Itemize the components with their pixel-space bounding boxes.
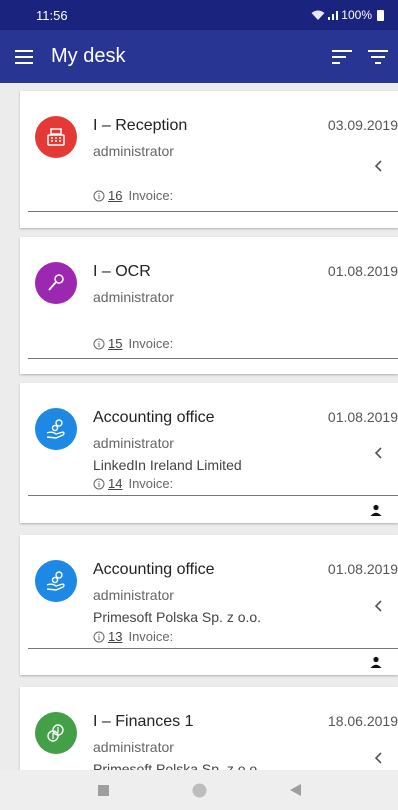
menu-button[interactable] <box>10 43 38 71</box>
divider <box>28 358 398 359</box>
money-icon <box>47 724 64 742</box>
signal-icon <box>328 11 339 20</box>
status-time: 11:56 <box>36 7 68 23</box>
back-button[interactable] <box>275 775 315 805</box>
divider <box>28 648 398 649</box>
card-meta: 14 Invoice: <box>93 476 173 491</box>
app-bar: My desk <box>0 30 398 83</box>
divider <box>28 211 398 212</box>
battery-icon <box>377 9 384 21</box>
avatar <box>35 116 77 158</box>
chevron-left-icon[interactable] <box>370 445 386 461</box>
filter-button[interactable] <box>360 39 396 75</box>
card-date: 01.08.2019 <box>327 561 398 577</box>
back-triangle-icon <box>289 784 301 796</box>
card-title: I – OCR <box>93 263 151 280</box>
card-title: Accounting office <box>93 561 215 578</box>
card-number[interactable]: 14 <box>108 476 122 491</box>
status-bar: 11:56 100% <box>0 0 398 30</box>
card-date: 03.09.2019 <box>327 117 398 133</box>
card-doc-type: Invoice: <box>128 476 174 491</box>
card-meta: 13 Invoice: <box>93 629 173 644</box>
home-button[interactable] <box>179 775 219 805</box>
cash-register-icon <box>47 128 65 146</box>
card-doc-type: Invoice: <box>128 188 174 203</box>
chevron-left-icon[interactable] <box>370 750 386 766</box>
task-card[interactable]: Accounting office 01.08.2019 administrat… <box>20 383 398 523</box>
recents-button[interactable] <box>83 775 123 805</box>
info-icon <box>93 338 105 349</box>
avatar <box>35 560 77 602</box>
info-icon <box>93 478 105 489</box>
card-meta: 16 Invoice: <box>93 188 173 203</box>
card-title: Accounting office <box>93 409 215 426</box>
page-title: My desk <box>51 45 126 67</box>
status-icons: 100% <box>311 8 384 22</box>
task-list: I – Reception 03.09.2019 administrator 1… <box>0 83 398 770</box>
card-meta: 15 Invoice: <box>93 336 173 351</box>
card-title: I – Finances 1 <box>93 713 194 730</box>
card-doc-type: Invoice: <box>128 629 174 644</box>
card-user: administrator <box>93 289 174 305</box>
sort-button[interactable] <box>324 39 360 75</box>
circle-icon <box>192 783 206 797</box>
task-card[interactable]: I – Finances 1 18.06.2019 administrator … <box>20 687 398 770</box>
card-date: 01.08.2019 <box>327 409 398 425</box>
avatar <box>35 262 77 304</box>
chevron-left-icon[interactable] <box>370 598 386 614</box>
info-icon <box>93 631 105 642</box>
task-card[interactable]: I – Reception 03.09.2019 administrator 1… <box>20 91 398 228</box>
card-user: administrator <box>93 587 174 603</box>
wifi-icon <box>311 10 325 20</box>
chevron-left-icon[interactable] <box>370 158 386 174</box>
card-user: administrator <box>93 143 174 159</box>
card-company: Primesoft Polska Sp. z o.o. <box>93 761 262 770</box>
card-date: 18.06.2019 <box>327 713 398 729</box>
avatar <box>35 408 77 450</box>
divider <box>28 495 398 496</box>
task-card[interactable]: I – OCR 01.08.2019 administrator 15 Invo… <box>20 237 398 374</box>
battery-percent: 100% <box>341 8 372 22</box>
card-company: Primesoft Polska Sp. z o.o. <box>93 609 262 625</box>
system-nav-bar <box>0 770 398 810</box>
card-doc-type: Invoice: <box>128 336 174 351</box>
card-title: I – Reception <box>93 117 188 134</box>
card-number[interactable]: 16 <box>108 188 122 203</box>
sort-icon <box>332 49 352 64</box>
hand-coins-icon <box>46 419 65 439</box>
filter-icon <box>368 49 388 64</box>
card-user: administrator <box>93 739 174 755</box>
square-icon <box>97 784 109 796</box>
card-user: administrator <box>93 435 174 451</box>
card-company: LinkedIn Ireland Limited <box>93 457 242 473</box>
card-number[interactable]: 15 <box>108 336 122 351</box>
info-icon <box>93 190 105 201</box>
card-date: 01.08.2019 <box>327 263 398 279</box>
wand-icon <box>48 274 64 291</box>
task-card[interactable]: Accounting office 01.08.2019 administrat… <box>20 535 398 675</box>
card-number[interactable]: 13 <box>108 629 122 644</box>
hand-coins-icon <box>46 571 65 591</box>
person-icon <box>370 504 382 516</box>
avatar <box>35 712 77 754</box>
hamburger-icon <box>15 49 33 64</box>
person-icon <box>370 656 382 668</box>
